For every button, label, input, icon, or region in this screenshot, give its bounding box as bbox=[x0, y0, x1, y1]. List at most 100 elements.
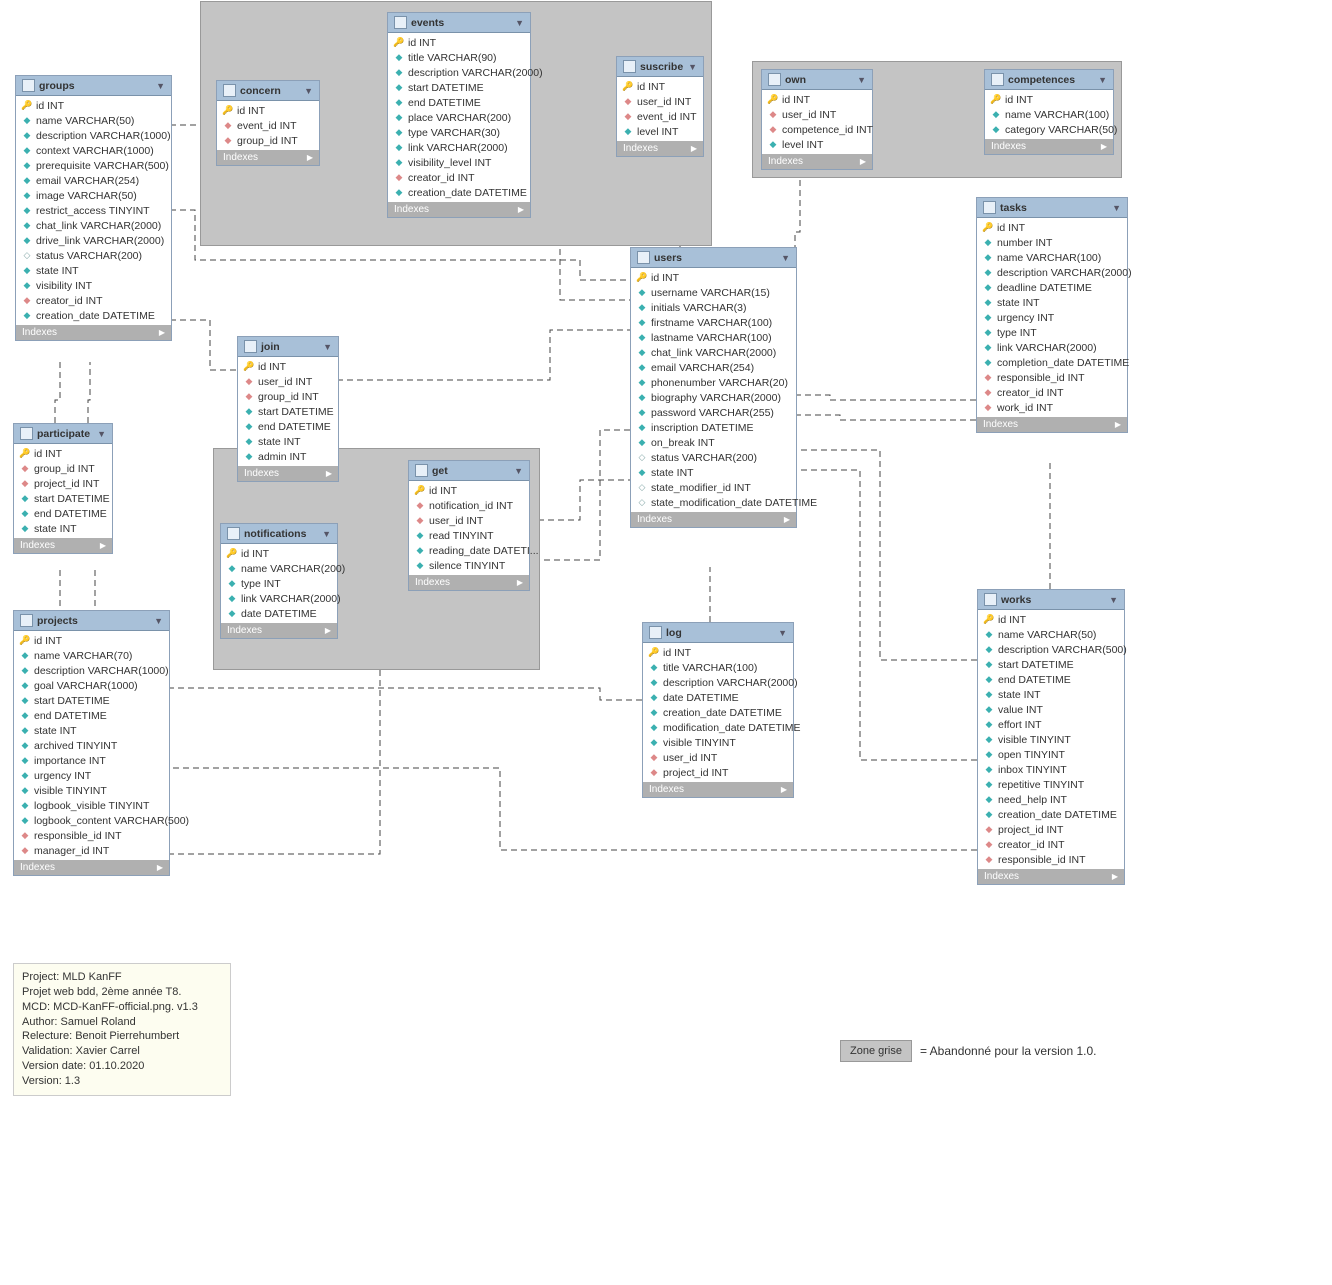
column[interactable]: ◆repetitive TINYINT bbox=[978, 777, 1124, 792]
column[interactable]: ◆inbox TINYINT bbox=[978, 762, 1124, 777]
column[interactable]: ◆title VARCHAR(100) bbox=[643, 660, 793, 675]
column[interactable]: ◆state INT bbox=[14, 723, 169, 738]
column[interactable]: ◆username VARCHAR(15) bbox=[631, 285, 796, 300]
column[interactable]: ◆name VARCHAR(100) bbox=[985, 107, 1113, 122]
column[interactable]: ◆creator_id INT bbox=[977, 385, 1127, 400]
table-notifications[interactable]: notifications▼🔑id INT◆name VARCHAR(200)◆… bbox=[220, 523, 338, 639]
column[interactable]: ◆open TINYINT bbox=[978, 747, 1124, 762]
column[interactable]: ◆image VARCHAR(50) bbox=[16, 188, 171, 203]
column[interactable]: ◆value INT bbox=[978, 702, 1124, 717]
column[interactable]: 🔑id INT bbox=[977, 220, 1127, 235]
column[interactable]: 🔑id INT bbox=[631, 270, 796, 285]
column[interactable]: ◆level INT bbox=[617, 124, 703, 139]
column[interactable]: ◆place VARCHAR(200) bbox=[388, 110, 530, 125]
column[interactable]: ◆email VARCHAR(254) bbox=[631, 360, 796, 375]
column[interactable]: ◇status VARCHAR(200) bbox=[631, 450, 796, 465]
column[interactable]: ◆modification_date DATETIME bbox=[643, 720, 793, 735]
column[interactable]: ◆description VARCHAR(2000) bbox=[643, 675, 793, 690]
indexes-row[interactable]: Indexes▶ bbox=[617, 141, 703, 156]
chevron-down-icon[interactable]: ▼ bbox=[778, 628, 787, 638]
column[interactable]: ◆visible TINYINT bbox=[14, 783, 169, 798]
column[interactable]: ◆lastname VARCHAR(100) bbox=[631, 330, 796, 345]
column[interactable]: ◆group_id INT bbox=[238, 389, 338, 404]
column[interactable]: ◆archived TINYINT bbox=[14, 738, 169, 753]
table-header[interactable]: concern▼ bbox=[217, 81, 319, 101]
table-competences[interactable]: competences▼🔑id INT◆name VARCHAR(100)◆ca… bbox=[984, 69, 1114, 155]
table-header[interactable]: get▼ bbox=[409, 461, 529, 481]
indexes-row[interactable]: Indexes▶ bbox=[631, 512, 796, 527]
column[interactable]: 🔑id INT bbox=[409, 483, 529, 498]
column[interactable]: ◆deadline DATETIME bbox=[977, 280, 1127, 295]
column[interactable]: ◆description VARCHAR(1000) bbox=[16, 128, 171, 143]
column[interactable]: ◇status VARCHAR(200) bbox=[16, 248, 171, 263]
indexes-row[interactable]: Indexes▶ bbox=[978, 869, 1124, 884]
column[interactable]: ◆creation_date DATETIME bbox=[978, 807, 1124, 822]
column[interactable]: 🔑id INT bbox=[16, 98, 171, 113]
column[interactable]: 🔑id INT bbox=[985, 92, 1113, 107]
column[interactable]: ◆link VARCHAR(2000) bbox=[388, 140, 530, 155]
indexes-row[interactable]: Indexes▶ bbox=[14, 538, 112, 553]
column[interactable]: ◆creator_id INT bbox=[388, 170, 530, 185]
column[interactable]: ◆name VARCHAR(50) bbox=[978, 627, 1124, 642]
column[interactable]: 🔑id INT bbox=[762, 92, 872, 107]
table-header[interactable]: works▼ bbox=[978, 590, 1124, 610]
chevron-down-icon[interactable]: ▼ bbox=[514, 466, 523, 476]
column[interactable]: ◆description VARCHAR(1000) bbox=[14, 663, 169, 678]
column[interactable]: ◆responsible_id INT bbox=[978, 852, 1124, 867]
column[interactable]: ◆responsible_id INT bbox=[977, 370, 1127, 385]
column[interactable]: 🔑id INT bbox=[617, 79, 703, 94]
table-participate[interactable]: participate▼🔑id INT◆group_id INT◆project… bbox=[13, 423, 113, 554]
column[interactable]: ◇state_modifier_id INT bbox=[631, 480, 796, 495]
column[interactable]: ◆link VARCHAR(2000) bbox=[221, 591, 337, 606]
column[interactable]: ◆context VARCHAR(1000) bbox=[16, 143, 171, 158]
chevron-down-icon[interactable]: ▼ bbox=[97, 429, 106, 439]
table-works[interactable]: works▼🔑id INT◆name VARCHAR(50)◆descripti… bbox=[977, 589, 1125, 885]
column[interactable]: ◆logbook_visible TINYINT bbox=[14, 798, 169, 813]
chevron-down-icon[interactable]: ▼ bbox=[1098, 75, 1107, 85]
column[interactable]: ◆type INT bbox=[221, 576, 337, 591]
column[interactable]: ◆group_id INT bbox=[217, 133, 319, 148]
chevron-down-icon[interactable]: ▼ bbox=[1109, 595, 1118, 605]
column[interactable]: ◆creator_id INT bbox=[16, 293, 171, 308]
table-header[interactable]: own▼ bbox=[762, 70, 872, 90]
column[interactable]: 🔑id INT bbox=[643, 645, 793, 660]
column[interactable]: ◆type VARCHAR(30) bbox=[388, 125, 530, 140]
chevron-down-icon[interactable]: ▼ bbox=[323, 342, 332, 352]
column[interactable]: ◆drive_link VARCHAR(2000) bbox=[16, 233, 171, 248]
column[interactable]: ◆notification_id INT bbox=[409, 498, 529, 513]
column[interactable]: ◆state INT bbox=[238, 434, 338, 449]
column[interactable]: 🔑id INT bbox=[221, 546, 337, 561]
column[interactable]: ◆biography VARCHAR(2000) bbox=[631, 390, 796, 405]
column[interactable]: ◆user_id INT bbox=[643, 750, 793, 765]
column[interactable]: ◆goal VARCHAR(1000) bbox=[14, 678, 169, 693]
column[interactable]: ◆start DATETIME bbox=[388, 80, 530, 95]
column[interactable]: ◆description VARCHAR(2000) bbox=[977, 265, 1127, 280]
column[interactable]: ◆state INT bbox=[14, 521, 112, 536]
column[interactable]: ◆visibility_level INT bbox=[388, 155, 530, 170]
column[interactable]: ◆email VARCHAR(254) bbox=[16, 173, 171, 188]
column[interactable]: ◆state INT bbox=[631, 465, 796, 480]
column[interactable]: ◆work_id INT bbox=[977, 400, 1127, 415]
column[interactable]: ◆silence TINYINT bbox=[409, 558, 529, 573]
column[interactable]: ◆prerequisite VARCHAR(500) bbox=[16, 158, 171, 173]
table-log[interactable]: log▼🔑id INT◆title VARCHAR(100)◆descripti… bbox=[642, 622, 794, 798]
column[interactable]: ◆title VARCHAR(90) bbox=[388, 50, 530, 65]
column[interactable]: ◆visible TINYINT bbox=[978, 732, 1124, 747]
table-concern[interactable]: concern▼🔑id INT◆event_id INT◆group_id IN… bbox=[216, 80, 320, 166]
column[interactable]: ◆creation_date DATETIME bbox=[388, 185, 530, 200]
indexes-row[interactable]: Indexes▶ bbox=[762, 154, 872, 169]
column[interactable]: ◆start DATETIME bbox=[14, 693, 169, 708]
table-suscribe[interactable]: suscribe▼🔑id INT◆user_id INT◆event_id IN… bbox=[616, 56, 704, 157]
indexes-row[interactable]: Indexes▶ bbox=[16, 325, 171, 340]
column[interactable]: ◆visibility INT bbox=[16, 278, 171, 293]
table-header[interactable]: notifications▼ bbox=[221, 524, 337, 544]
column[interactable]: ◆manager_id INT bbox=[14, 843, 169, 858]
table-groups[interactable]: groups▼🔑id INT◆name VARCHAR(50)◆descript… bbox=[15, 75, 172, 341]
indexes-row[interactable]: Indexes▶ bbox=[985, 139, 1113, 154]
table-header[interactable]: competences▼ bbox=[985, 70, 1113, 90]
column[interactable]: 🔑id INT bbox=[978, 612, 1124, 627]
column[interactable]: ◆chat_link VARCHAR(2000) bbox=[631, 345, 796, 360]
table-header[interactable]: users▼ bbox=[631, 248, 796, 268]
column[interactable]: ◆initials VARCHAR(3) bbox=[631, 300, 796, 315]
column[interactable]: ◆competence_id INT bbox=[762, 122, 872, 137]
